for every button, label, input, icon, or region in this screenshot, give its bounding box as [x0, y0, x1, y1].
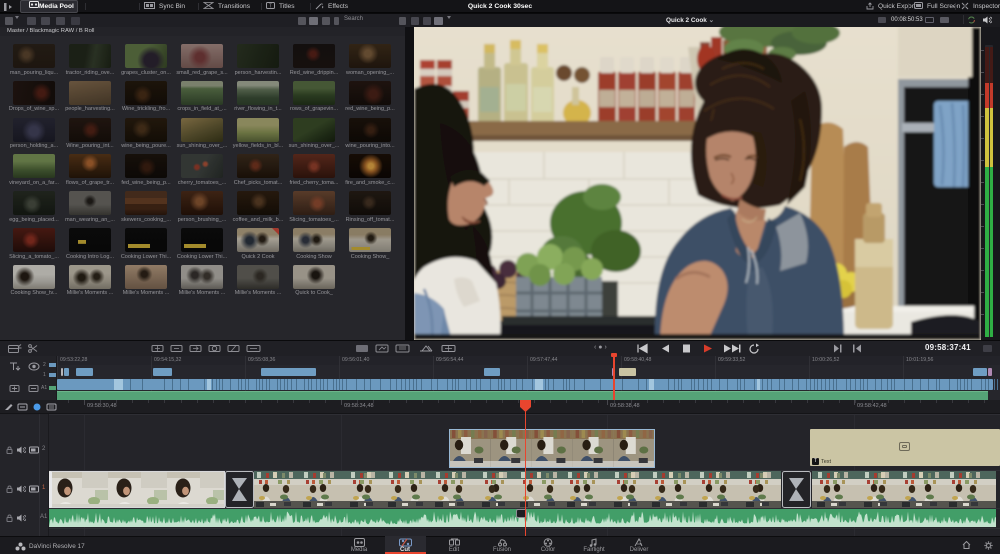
svg-text:T: T	[269, 4, 272, 10]
